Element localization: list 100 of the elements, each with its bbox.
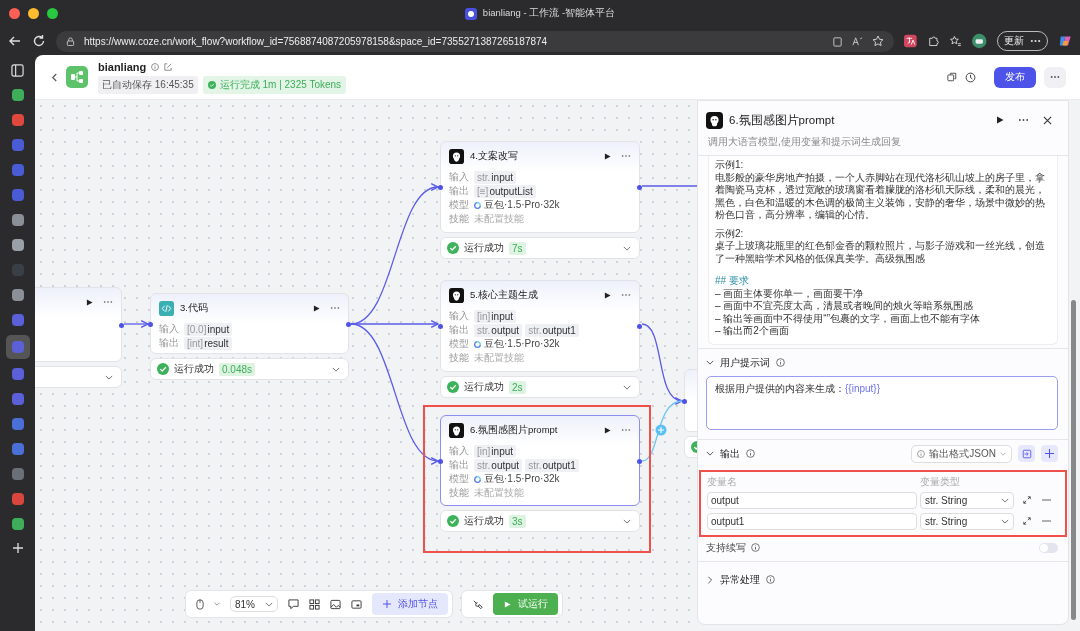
connector-line xyxy=(641,185,697,187)
play-icon[interactable] xyxy=(604,152,611,160)
url-text: https://www.coze.cn/work_flow?workflow_id=7568874087205978158&space_id=7355271387265187874 xyxy=(84,35,548,47)
chevron-down-icon[interactable] xyxy=(706,360,714,365)
back-icon[interactable] xyxy=(51,72,58,82)
variable-type-dropdown[interactable]: str. String xyxy=(920,491,1014,509)
workflow-node[interactable]: 3.代码 输入 [0.0]input 输出 [int]result xyxy=(150,293,349,354)
comment-icon[interactable] xyxy=(288,598,299,610)
workflow-node[interactable]: 4.文案改写 输入 str.input 输出 [≡]outputList 模型 豆包·1.5·Pro·32k 技能 未配置技能 xyxy=(440,141,640,233)
workflow-node[interactable]: 5.核心主题生成 输入 [in]input 输出 str.output str.output1 模型 豆包·1.5·Pro·32k 技能 未配置技能 xyxy=(440,280,640,372)
chevron-down-icon xyxy=(1001,518,1009,524)
minimize-window-button[interactable] xyxy=(28,8,39,19)
prompt-text: – 输出而2个画面 xyxy=(715,325,790,338)
play-icon[interactable] xyxy=(86,298,93,306)
more-icon[interactable] xyxy=(621,154,631,158)
avatar-icon[interactable] xyxy=(972,33,987,49)
image-icon[interactable] xyxy=(330,598,341,610)
info-icon xyxy=(917,449,926,458)
close-icon[interactable] xyxy=(1043,115,1052,125)
workflow-node[interactable]: 6.氛围感图片prompt 输入 [in]input 输出 str.output str.output1 模型 豆包·1.5·Pro·32k 技能 未配置技能 xyxy=(440,415,640,506)
chevron-down-icon[interactable] xyxy=(105,374,113,380)
bot-icon xyxy=(464,7,477,20)
more-icon[interactable] xyxy=(330,306,340,310)
copy-icon[interactable] xyxy=(947,72,957,82)
edit-icon[interactable] xyxy=(164,62,173,71)
star-icon[interactable] xyxy=(872,35,884,47)
more-icon[interactable] xyxy=(103,300,113,304)
import-icon xyxy=(1021,448,1032,459)
prompt-text: ## 要求 xyxy=(715,275,750,288)
mouse-icon[interactable] xyxy=(196,598,204,610)
status-text: 运行成功 xyxy=(174,362,214,376)
expand-icon[interactable] xyxy=(1023,517,1031,525)
copilot-icon[interactable] xyxy=(1057,33,1072,49)
wrench-icon[interactable] xyxy=(472,598,483,610)
layout-icon[interactable] xyxy=(309,598,320,610)
play-icon[interactable] xyxy=(313,304,320,312)
variable-type-dropdown[interactable]: str. String xyxy=(920,512,1014,530)
minimap-icon[interactable] xyxy=(351,598,362,610)
zoom-dropdown[interactable]: 81% xyxy=(230,596,278,612)
expand-icon[interactable] xyxy=(1023,496,1031,504)
column-header: 变量名 xyxy=(707,474,738,488)
chevron-icon[interactable] xyxy=(706,575,714,584)
clipboard-icon[interactable] xyxy=(832,35,843,47)
chevron-down-icon[interactable] xyxy=(706,451,714,456)
import-button[interactable] xyxy=(1018,445,1035,462)
puzzle-icon[interactable] xyxy=(926,34,940,48)
chevron-down-icon[interactable] xyxy=(623,518,631,524)
more-icon[interactable] xyxy=(1018,118,1029,122)
toggle-switch[interactable] xyxy=(1039,542,1058,553)
add-node-icon[interactable] xyxy=(655,424,667,436)
variable-tag: str.output1 xyxy=(525,323,579,337)
reload-icon[interactable] xyxy=(32,34,46,48)
favorites-icon[interactable] xyxy=(949,34,962,48)
variable-tag: [0.0]input xyxy=(184,322,233,336)
info-icon xyxy=(776,358,785,367)
play-icon[interactable] xyxy=(604,426,611,434)
close-window-button[interactable] xyxy=(9,8,20,19)
play-icon[interactable] xyxy=(604,291,611,299)
add-node-button[interactable]: 添加节点 xyxy=(372,593,448,615)
autosave-badge: 已自动保存 16:45:35 xyxy=(98,75,198,94)
model-name: 豆包·1.5·Pro·32k xyxy=(484,472,560,486)
plus-icon xyxy=(1045,449,1054,458)
model-name: 豆包·1.5·Pro·32k xyxy=(484,198,560,212)
chevron-down-icon xyxy=(265,601,273,607)
prompt-text: – 画面主体要你单一，画面要干净 xyxy=(715,287,865,300)
add-button[interactable] xyxy=(1041,445,1058,462)
output-format-dropdown[interactable]: 输出格式JSON xyxy=(911,444,1012,463)
success-icon xyxy=(447,242,459,254)
run-status-bar[interactable]: 运行成功 2s xyxy=(440,376,640,398)
field-label: 输入 xyxy=(449,444,470,458)
read-aloud-icon[interactable] xyxy=(852,35,863,47)
translate-icon[interactable] xyxy=(904,34,917,48)
variable-name-field[interactable]: output xyxy=(707,491,917,509)
sidebar-app[interactable] xyxy=(5,335,30,359)
address-bar[interactable]: https://www.coze.cn/work_flow?workflow_id=7568874087205978158&space_id=7355271387265187874 xyxy=(56,30,894,52)
run-status-bar[interactable]: 运行成功 3s xyxy=(440,510,640,532)
lock-icon xyxy=(66,36,75,46)
chevron-down-icon[interactable] xyxy=(623,384,631,390)
more-icon[interactable] xyxy=(621,428,631,432)
play-icon[interactable] xyxy=(996,116,1004,124)
variable-tag: [in]input xyxy=(474,309,517,323)
column-header: 变量类型 xyxy=(920,474,960,488)
info-icon xyxy=(151,62,160,71)
chevron-down-icon[interactable] xyxy=(332,366,340,372)
history-icon[interactable] xyxy=(965,71,976,83)
maximize-window-button[interactable] xyxy=(47,8,58,19)
publish-button[interactable]: 发布 xyxy=(994,66,1036,88)
tabs-icon[interactable] xyxy=(11,64,24,77)
scrollbar[interactable] xyxy=(1071,300,1076,620)
run-status-bar[interactable]: 运行成功 0.048s xyxy=(150,358,349,380)
variable-name-field[interactable]: output1 xyxy=(707,512,917,530)
field-label: 输出 xyxy=(449,323,470,337)
prompt-text: 示例1: xyxy=(715,159,745,172)
user-prompt-field[interactable]: 根据用户提供的内容来生成：{{input}} xyxy=(706,375,1058,430)
system-prompt-editor[interactable] xyxy=(708,156,1058,345)
add-icon[interactable] xyxy=(11,542,24,554)
chevron-down-icon[interactable] xyxy=(623,245,631,251)
field-label: 模型 xyxy=(449,198,470,212)
run-status-bar[interactable]: 运行成功 7s xyxy=(440,237,640,259)
back-icon[interactable] xyxy=(8,34,22,48)
